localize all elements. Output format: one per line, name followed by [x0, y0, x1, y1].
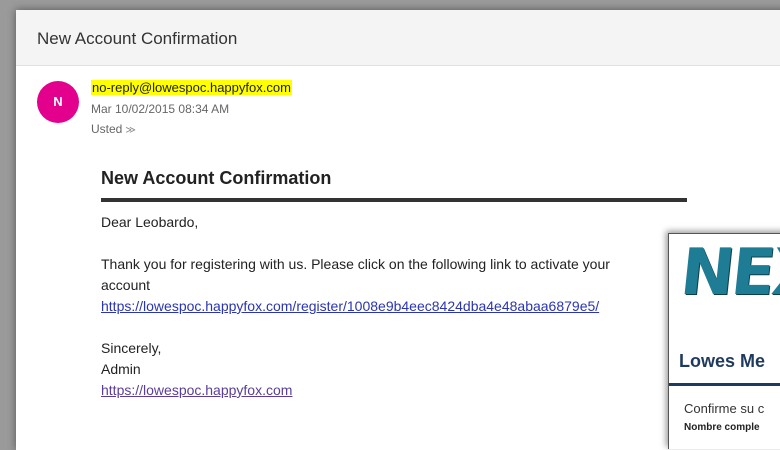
email-subject: New Account Confirmation [37, 29, 238, 48]
message-line: Thank you for registering with us. Pleas… [101, 256, 610, 272]
heading-divider [101, 198, 687, 202]
nex-logo: NEX [677, 236, 780, 310]
sender-address[interactable]: no-reply@lowespoc.happyfox.com [91, 80, 292, 95]
expand-recipients-icon[interactable]: ≫ [125, 125, 135, 136]
overlay-divider [669, 383, 780, 386]
closing-text: Sincerely, [101, 340, 162, 356]
email-body: New Account Confirmation Dear Leobardo, … [101, 168, 701, 401]
overlay-field-label: Nombre comple [684, 422, 760, 433]
recipient-label: Usted [91, 122, 123, 136]
overlay-text: Confirme su c [684, 401, 765, 416]
body-heading: New Account Confirmation [101, 168, 332, 188]
email-date: Mar 10/02/2015 08:34 AM [91, 102, 230, 116]
subject-bar: New Account Confirmation [16, 10, 780, 66]
recipient-toggle[interactable]: Usted ≫ [91, 122, 136, 136]
signature-text: Admin [101, 361, 141, 377]
sender-avatar[interactable]: N [37, 81, 79, 123]
overlay-title: Lowes Me [679, 351, 766, 371]
message-line: account [101, 277, 151, 293]
overlapping-screenshot: NEX Lowes Me Confirme su c Nombre comple [668, 233, 780, 449]
activation-link[interactable]: https://lowespoc.happyfox.com/register/1… [101, 298, 599, 314]
email-reading-pane: New Account Confirmation N no-reply@lowe… [16, 10, 780, 450]
site-link[interactable]: https://lowespoc.happyfox.com [101, 382, 292, 398]
greeting-text: Dear Leobardo, [101, 214, 199, 230]
